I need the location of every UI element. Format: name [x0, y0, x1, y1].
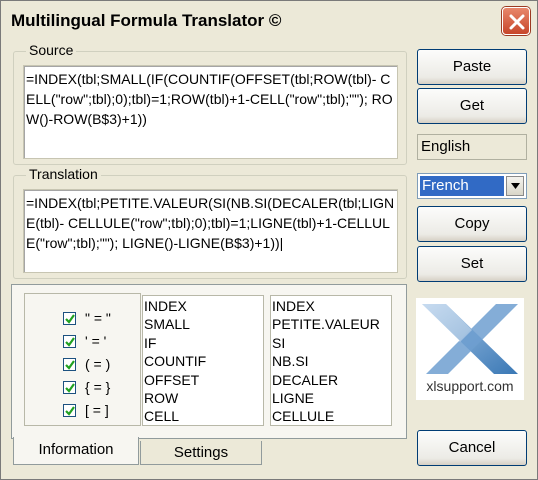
list-item[interactable]: NB.SI — [272, 352, 391, 370]
list-item[interactable]: INDEX — [272, 297, 391, 315]
close-icon — [509, 14, 525, 30]
dropdown-arrow-button[interactable] — [506, 176, 524, 196]
chevron-down-icon — [511, 183, 520, 189]
option-label: ( = ) — [85, 356, 111, 372]
option-brackets[interactable]: [ = ] — [63, 402, 137, 422]
copy-button[interactable]: Copy — [417, 206, 527, 242]
information-tab-panel: " = " ' = ' ( = ) { = } [ = ] INDEX SMAL… — [11, 284, 407, 439]
translation-formula-input[interactable]: =INDEX(tbl;PETITE.VALEUR(SI(NB.SI(DECALE… — [23, 189, 398, 273]
checkbox[interactable] — [63, 404, 76, 417]
source-language-label: English — [417, 134, 527, 160]
checkmark-icon — [65, 314, 75, 324]
option-label: " = " — [85, 310, 111, 326]
option-single-quote[interactable]: ' = ' — [63, 333, 137, 353]
x-logo-icon — [422, 304, 518, 374]
paste-button[interactable]: Paste — [417, 49, 527, 85]
checkmark-icon — [65, 360, 75, 370]
list-item[interactable]: COUNTIF — [144, 352, 263, 370]
checkbox[interactable] — [63, 335, 76, 348]
target-language-value: French — [420, 176, 504, 196]
source-label: Source — [26, 42, 77, 58]
list-item[interactable]: CELLULE — [272, 407, 391, 425]
option-label: ' = ' — [85, 333, 107, 349]
list-item[interactable]: SMALL — [144, 315, 263, 333]
cancel-button[interactable]: Cancel — [417, 430, 527, 466]
list-item[interactable]: LIGNE — [272, 389, 391, 407]
french-function-list[interactable]: INDEX PETITE.VALEUR SI NB.SI DECALER LIG… — [270, 295, 392, 426]
target-language-select[interactable]: French — [417, 173, 527, 199]
tab-information[interactable]: Information — [13, 437, 139, 465]
list-item[interactable]: CELL — [144, 407, 263, 425]
checkmark-icon — [65, 337, 75, 347]
list-item[interactable]: IF — [144, 334, 263, 352]
checkmark-icon — [65, 383, 75, 393]
checkbox[interactable] — [63, 312, 76, 325]
list-item[interactable]: ROW — [144, 389, 263, 407]
checkbox[interactable] — [63, 381, 76, 394]
get-button[interactable]: Get — [417, 88, 527, 124]
translator-dialog: Multilingual Formula Translator © Source… — [0, 0, 538, 480]
translation-label: Translation — [26, 166, 101, 182]
xlsupport-logo: xlsupport.com — [416, 298, 524, 400]
list-item[interactable]: PETITE.VALEUR — [272, 315, 391, 333]
set-button[interactable]: Set — [417, 246, 527, 282]
option-parentheses[interactable]: ( = ) — [63, 356, 137, 376]
close-button[interactable] — [502, 7, 530, 35]
list-item[interactable]: SI — [272, 334, 391, 352]
option-label: { = } — [85, 379, 111, 395]
option-double-quote[interactable]: " = " — [63, 310, 137, 330]
english-function-list[interactable]: INDEX SMALL IF COUNTIF OFFSET ROW CELL — [142, 295, 264, 426]
checkmark-icon — [65, 406, 75, 416]
source-formula-input[interactable]: =INDEX(tbl;SMALL(IF(COUNTIF(OFFSET(tbl;R… — [23, 65, 398, 159]
option-label: [ = ] — [85, 402, 109, 418]
checkbox[interactable] — [63, 358, 76, 371]
bracket-options-group: " = " ' = ' ( = ) { = } [ = ] — [24, 293, 141, 426]
title-bar: Multilingual Formula Translator © — [1, 1, 537, 41]
window-title: Multilingual Formula Translator © — [11, 11, 282, 30]
list-item[interactable]: OFFSET — [144, 371, 263, 389]
list-item[interactable]: INDEX — [144, 297, 263, 315]
logo-text: xlsupport.com — [426, 378, 514, 394]
list-item[interactable]: DECALER — [272, 371, 391, 389]
option-braces[interactable]: { = } — [63, 379, 137, 399]
tab-settings[interactable]: Settings — [140, 441, 262, 465]
